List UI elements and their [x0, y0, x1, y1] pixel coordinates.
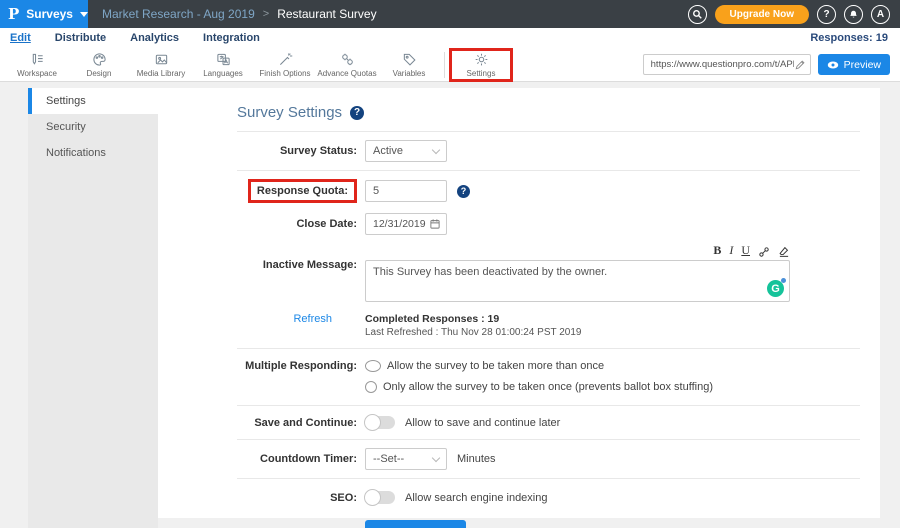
sidebar-item-notifications[interactable]: Notifications: [28, 140, 158, 166]
underline-button[interactable]: U: [741, 243, 750, 258]
page-title: Survey Settings: [237, 104, 342, 121]
breadcrumb-parent[interactable]: Market Research - Aug 2019: [102, 7, 255, 21]
surveys-menu[interactable]: P Surveys: [0, 0, 88, 28]
survey-url-text: https://www.questionpro.com/t/APNrfZ: [651, 59, 794, 70]
languages-icon: [216, 52, 231, 67]
format-toolbar: B I U: [365, 243, 790, 258]
help-button[interactable]: ?: [817, 5, 836, 24]
toolbar-item-design[interactable]: Design: [68, 52, 130, 78]
response-quota-row: Response Quota: ?: [237, 171, 860, 209]
save-changes-button[interactable]: Save Changes: [365, 520, 466, 528]
radio-option-multiple[interactable]: Allow the survey to be taken more than o…: [365, 360, 604, 372]
link-icon[interactable]: [758, 246, 770, 258]
seo-row: SEO: Allow search engine indexing: [237, 479, 860, 516]
responses-count[interactable]: Responses: 19: [810, 32, 888, 44]
countdown-minutes-text: Minutes: [457, 453, 496, 465]
close-date-input[interactable]: 12/31/2019: [365, 213, 447, 235]
advance-quotas-icon: [340, 52, 355, 67]
last-refreshed-text: Last Refreshed : Thu Nov 28 01:00:24 PST…: [365, 327, 581, 338]
radio-option-once[interactable]: Only allow the survey to be taken once (…: [365, 381, 713, 393]
tab-integration[interactable]: Integration: [203, 32, 260, 44]
questionpro-logo: P: [8, 5, 19, 23]
variables-tag-icon: [402, 52, 417, 67]
edit-url-pencil-icon[interactable]: [794, 59, 806, 71]
settings-gear-icon: [474, 52, 489, 67]
settings-highlight-box: Settings: [449, 48, 513, 82]
inactive-message-textarea[interactable]: [365, 260, 790, 302]
seo-toggle[interactable]: [365, 491, 395, 504]
remove-format-icon[interactable]: [778, 246, 790, 258]
eye-icon: [827, 60, 839, 70]
breadcrumb: Market Research - Aug 2019 > Restaurant …: [102, 7, 377, 21]
finish-options-wand-icon: [278, 52, 293, 67]
refresh-link[interactable]: Refresh: [293, 313, 332, 325]
response-quota-input[interactable]: [365, 180, 447, 202]
top-bar: P Surveys Market Research - Aug 2019 > R…: [0, 0, 900, 28]
preview-button[interactable]: Preview: [818, 54, 890, 75]
countdown-timer-label: Countdown Timer:: [237, 453, 357, 465]
dropdown-caret-icon: [80, 12, 88, 17]
close-date-label: Close Date:: [237, 218, 357, 230]
response-quota-highlight-box: Response Quota:: [248, 179, 357, 203]
edit-toolbar: Workspace Design Media Library Languages…: [0, 48, 900, 82]
survey-status-label: Survey Status:: [237, 145, 357, 157]
toolbar-item-workspace[interactable]: Workspace: [6, 52, 68, 78]
toolbar-item-finish-options[interactable]: Finish Options: [254, 52, 316, 78]
refresh-row: Refresh Completed Responses : 19 Last Re…: [237, 311, 860, 349]
search-icon: [692, 9, 703, 20]
multiple-responding-row: Multiple Responding: Allow the survey to…: [237, 349, 860, 406]
countdown-timer-row: Countdown Timer: --Set-- Minutes: [237, 440, 860, 479]
save-continue-label: Save and Continue:: [237, 417, 357, 429]
upgrade-now-button[interactable]: Upgrade Now: [715, 5, 809, 24]
toolbar-item-settings[interactable]: Settings: [455, 52, 507, 78]
toolbar-item-advance-quotas[interactable]: Advance Quotas: [316, 52, 378, 78]
countdown-timer-select[interactable]: --Set--: [365, 448, 447, 470]
quota-help-icon[interactable]: ?: [457, 185, 470, 198]
design-palette-icon: [92, 52, 107, 67]
breadcrumb-current: Restaurant Survey: [277, 7, 376, 21]
seo-label: SEO:: [237, 492, 357, 504]
completed-responses-text: Completed Responses : 19: [365, 313, 499, 325]
title-help-icon[interactable]: ?: [350, 106, 364, 120]
chevron-down-icon: [432, 453, 440, 461]
save-continue-toggle[interactable]: [365, 416, 395, 429]
survey-status-select[interactable]: Active: [365, 140, 447, 162]
settings-panel: Survey Settings ? Survey Status: Active …: [158, 88, 880, 518]
notifications-button[interactable]: [844, 5, 863, 24]
chevron-down-icon: [432, 145, 440, 153]
inactive-message-row: Inactive Message: B I U G: [237, 243, 860, 311]
grammarly-icon[interactable]: G: [767, 280, 784, 297]
multiple-responding-label: Multiple Responding:: [237, 360, 357, 372]
sidebar-item-settings[interactable]: Settings: [28, 88, 158, 114]
toolbar-divider: [444, 52, 445, 78]
bell-icon: [848, 9, 859, 20]
search-button[interactable]: [688, 5, 707, 24]
calendar-icon: [429, 218, 441, 230]
italic-button[interactable]: I: [729, 243, 733, 258]
radio-unselected-icon[interactable]: [365, 381, 377, 393]
breadcrumb-separator: >: [263, 8, 269, 20]
toolbar-item-languages[interactable]: Languages: [192, 52, 254, 78]
sidebar-item-security[interactable]: Security: [28, 114, 158, 140]
bold-button[interactable]: B: [713, 243, 721, 258]
toolbar-item-variables[interactable]: Variables: [378, 52, 440, 78]
close-date-row: Close Date: 12/31/2019: [237, 209, 860, 243]
tab-distribute[interactable]: Distribute: [55, 32, 106, 44]
nav-tabs: Edit Distribute Analytics Integration Re…: [0, 28, 900, 48]
tab-edit[interactable]: Edit: [10, 32, 31, 44]
inactive-message-label: Inactive Message:: [237, 243, 357, 271]
radio-selected-icon[interactable]: [365, 360, 381, 372]
survey-status-row: Survey Status: Active: [237, 132, 860, 171]
media-library-icon: [154, 52, 169, 67]
workspace-icon: [30, 52, 45, 67]
product-name: Surveys: [26, 7, 73, 21]
toolbar-item-media-library[interactable]: Media Library: [130, 52, 192, 78]
tab-analytics[interactable]: Analytics: [130, 32, 179, 44]
response-quota-label: Response Quota:: [257, 185, 348, 197]
survey-url-field[interactable]: https://www.questionpro.com/t/APNrfZ: [643, 54, 811, 75]
save-continue-row: Save and Continue: Allow to save and con…: [237, 406, 860, 440]
avatar[interactable]: A: [871, 5, 890, 24]
settings-sidebar: Settings Security Notifications: [28, 88, 158, 528]
